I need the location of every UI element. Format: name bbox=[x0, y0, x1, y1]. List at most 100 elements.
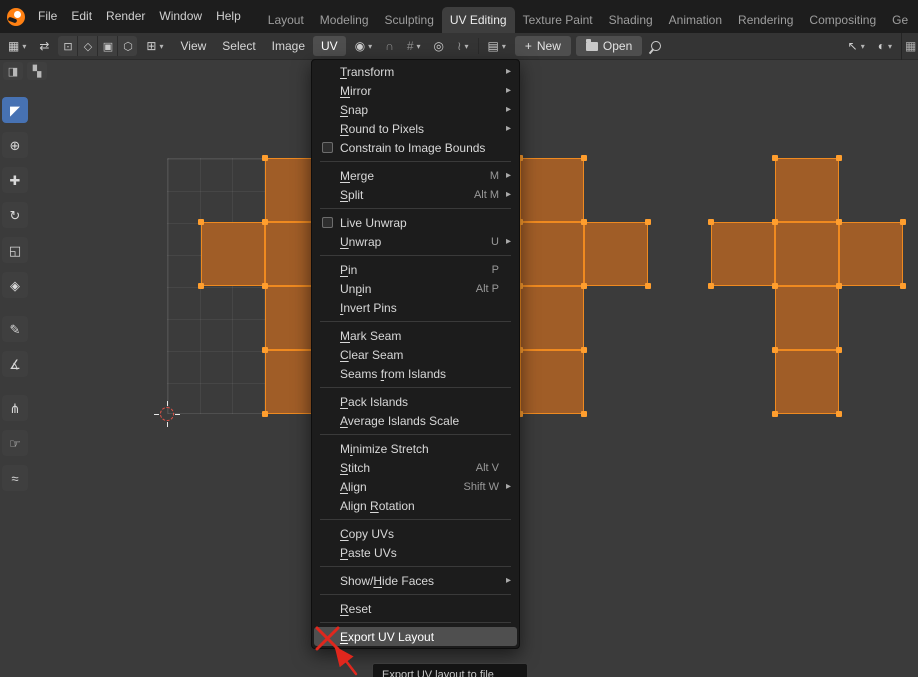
tool-transform-button[interactable]: ◈ bbox=[2, 272, 28, 298]
menu-item-minimize-stretch[interactable]: Minimize Stretch bbox=[314, 439, 517, 458]
menu-item-constrain-to-image-bounds[interactable]: Constrain to Image Bounds bbox=[314, 138, 517, 157]
menu-item-average-islands-scale[interactable]: Average Islands Scale bbox=[314, 411, 517, 430]
tool-settings-pin-button[interactable] bbox=[647, 36, 665, 56]
menu-item-mark-seam[interactable]: Mark Seam bbox=[314, 326, 517, 345]
menu-item-snap[interactable]: Snap▸ bbox=[314, 100, 517, 119]
tab-animation[interactable]: Animation bbox=[661, 7, 730, 33]
uv-select-mode-edge-button[interactable]: ◇ bbox=[78, 36, 97, 56]
tool-relax-button[interactable]: ≈ bbox=[2, 465, 28, 491]
subheader-icon-1[interactable]: ◨ bbox=[3, 62, 23, 80]
uv-vertex[interactable] bbox=[708, 283, 714, 289]
uv-vertex[interactable] bbox=[198, 283, 204, 289]
uv-face[interactable] bbox=[711, 222, 775, 286]
uv-vertex[interactable] bbox=[836, 411, 842, 417]
uv-vertex[interactable] bbox=[836, 219, 842, 225]
tool-rip-region-button[interactable]: ⋔ bbox=[2, 395, 28, 421]
image-overlay-dropdown[interactable]: ▤ ▾ bbox=[484, 36, 510, 56]
tool-move-button[interactable]: ✚ bbox=[2, 167, 28, 193]
uv-vertex[interactable] bbox=[645, 219, 651, 225]
uv-face[interactable] bbox=[520, 222, 584, 286]
subheader-icon-2[interactable]: ▚ bbox=[27, 62, 47, 80]
uv-vertex[interactable] bbox=[836, 347, 842, 353]
gizmos-dropdown[interactable]: ↖ ▾ bbox=[844, 36, 869, 56]
uv-vertex[interactable] bbox=[581, 347, 587, 353]
tool-cursor-button[interactable]: ⊕ bbox=[2, 132, 28, 158]
menu-item-mirror[interactable]: Mirror▸ bbox=[314, 81, 517, 100]
header-menu-image[interactable]: Image bbox=[264, 36, 313, 56]
display-channels-dropdown[interactable]: ◐ ▾ bbox=[874, 36, 896, 56]
blender-logo-icon[interactable] bbox=[7, 8, 25, 26]
uv-face[interactable] bbox=[584, 222, 648, 286]
uv-face[interactable] bbox=[775, 286, 839, 350]
uv-face[interactable] bbox=[775, 350, 839, 414]
uv-vertex[interactable] bbox=[772, 219, 778, 225]
menu-item-copy-uvs[interactable]: Copy UVs bbox=[314, 524, 517, 543]
uv-vertex[interactable] bbox=[262, 283, 268, 289]
tool-grab-button[interactable]: ☞ bbox=[2, 430, 28, 456]
uv-face[interactable] bbox=[520, 350, 584, 414]
uv-vertex[interactable] bbox=[581, 411, 587, 417]
uv-face[interactable] bbox=[775, 158, 839, 222]
uv-vertex[interactable] bbox=[581, 155, 587, 161]
menu-item-invert-pins[interactable]: Invert Pins bbox=[314, 298, 517, 317]
tool-measure-button[interactable]: ∡ bbox=[2, 351, 28, 377]
uv-vertex[interactable] bbox=[772, 411, 778, 417]
menu-item-live-unwrap[interactable]: Live Unwrap bbox=[314, 213, 517, 232]
uv-vertex[interactable] bbox=[708, 219, 714, 225]
header-menu-view[interactable]: View bbox=[173, 36, 215, 56]
uv-vertex[interactable] bbox=[772, 347, 778, 353]
uv-vertex[interactable] bbox=[262, 155, 268, 161]
tab-shading[interactable]: Shading bbox=[601, 7, 661, 33]
uv-face[interactable] bbox=[520, 158, 584, 222]
menu-item-split[interactable]: SplitAlt M▸ bbox=[314, 185, 517, 204]
snap-target-dropdown[interactable]: # ▾ bbox=[403, 36, 425, 56]
uv-vertex[interactable] bbox=[836, 155, 842, 161]
menu-item-merge[interactable]: MergeM▸ bbox=[314, 166, 517, 185]
tab-compositing[interactable]: Compositing bbox=[801, 7, 884, 33]
topbar-menu-file[interactable]: File bbox=[31, 0, 64, 33]
uv-vertex[interactable] bbox=[900, 283, 906, 289]
uv-face[interactable] bbox=[201, 222, 265, 286]
uv-vertex[interactable] bbox=[645, 283, 651, 289]
menu-item-export-uv-layout[interactable]: Export UV Layout bbox=[314, 627, 517, 646]
menu-item-align-rotation[interactable]: Align Rotation bbox=[314, 496, 517, 515]
snap-toggle[interactable]: ∩ bbox=[381, 36, 398, 56]
open-image-button[interactable]: Open bbox=[576, 36, 642, 56]
pivot-point-dropdown[interactable]: ◉ ▾ bbox=[351, 36, 377, 56]
menu-item-unpin[interactable]: UnpinAlt P bbox=[314, 279, 517, 298]
menu-item-round-to-pixels[interactable]: Round to Pixels▸ bbox=[314, 119, 517, 138]
tool-annotate-button[interactable]: ✎ bbox=[2, 316, 28, 342]
tab-layout[interactable]: Layout bbox=[260, 7, 312, 33]
topbar-menu-help[interactable]: Help bbox=[209, 0, 248, 33]
uv-select-mode-island-button[interactable]: ⬡ bbox=[118, 36, 137, 56]
menu-item-pack-islands[interactable]: Pack Islands bbox=[314, 392, 517, 411]
tab-modeling[interactable]: Modeling bbox=[312, 7, 377, 33]
topbar-menu-edit[interactable]: Edit bbox=[64, 0, 99, 33]
uv-vertex[interactable] bbox=[772, 155, 778, 161]
uv-vertex[interactable] bbox=[198, 219, 204, 225]
topbar-menu-window[interactable]: Window bbox=[152, 0, 209, 33]
menu-item-transform[interactable]: Transform▸ bbox=[314, 62, 517, 81]
uv-sync-selection-toggle[interactable]: ⇄ bbox=[35, 36, 53, 56]
menu-item-clear-seam[interactable]: Clear Seam bbox=[314, 345, 517, 364]
uv-vertex[interactable] bbox=[262, 347, 268, 353]
uv-face[interactable] bbox=[839, 222, 903, 286]
tool-scale-button[interactable]: ◱ bbox=[2, 237, 28, 263]
menu-item-reset[interactable]: Reset bbox=[314, 599, 517, 618]
tab-uv-editing[interactable]: UV Editing bbox=[442, 7, 515, 33]
menu-item-paste-uvs[interactable]: Paste UVs bbox=[314, 543, 517, 562]
menu-item-pin[interactable]: PinP bbox=[314, 260, 517, 279]
header-menu-select[interactable]: Select bbox=[214, 36, 263, 56]
tab-rendering[interactable]: Rendering bbox=[730, 7, 801, 33]
menu-item-stitch[interactable]: StitchAlt V bbox=[314, 458, 517, 477]
uv-vertex[interactable] bbox=[262, 219, 268, 225]
editor-type-dropdown[interactable]: ▦ ▾ bbox=[4, 36, 30, 56]
uv-vertex[interactable] bbox=[772, 283, 778, 289]
tab-ge[interactable]: Ge bbox=[884, 7, 916, 33]
tab-texture-paint[interactable]: Texture Paint bbox=[515, 7, 601, 33]
header-menu-uv[interactable]: UV bbox=[313, 36, 346, 56]
uv-select-mode-face-button[interactable]: ▣ bbox=[98, 36, 117, 56]
menu-item-align[interactable]: AlignShift W▸ bbox=[314, 477, 517, 496]
tab-sculpting[interactable]: Sculpting bbox=[377, 7, 442, 33]
uv-vertex[interactable] bbox=[900, 219, 906, 225]
